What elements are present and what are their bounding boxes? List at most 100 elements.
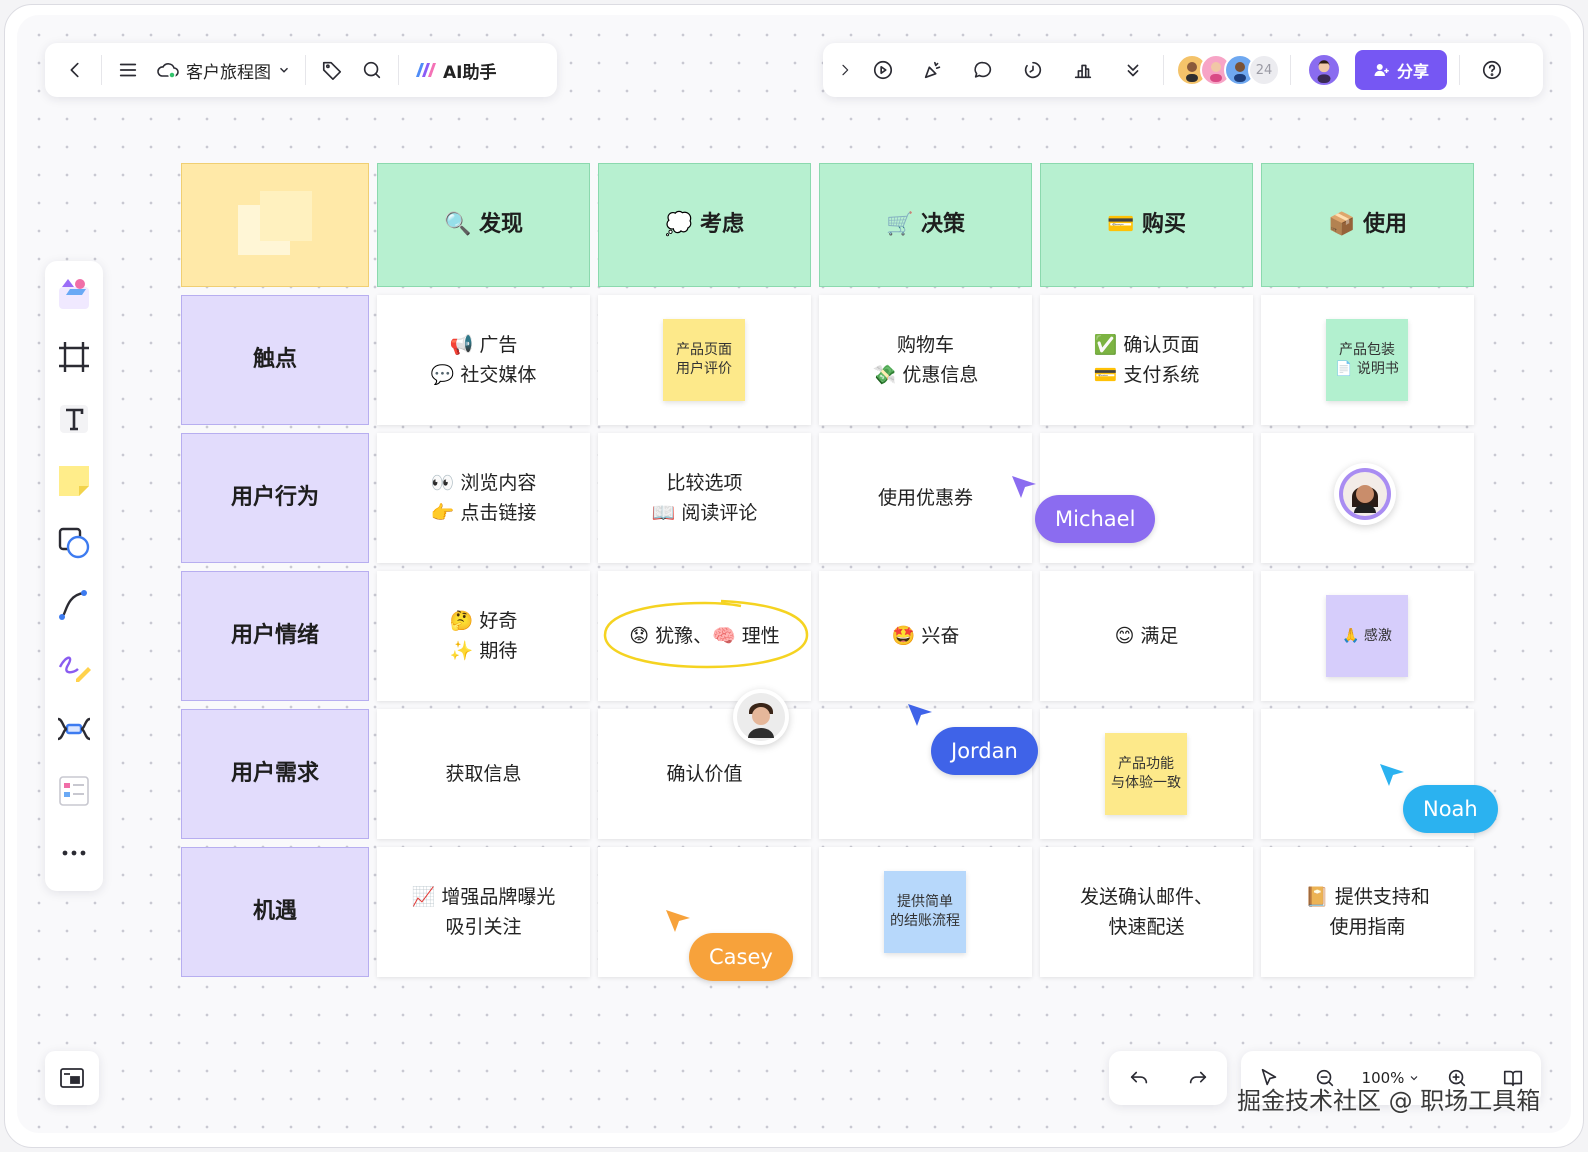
double-chevron-down-icon (1127, 64, 1139, 77)
person-avatar-icon (737, 693, 785, 741)
cell-touch-purchase[interactable]: ✅ 确认页面 💳 支付系统 (1040, 295, 1253, 425)
thought-bubble-icon: 💭 (664, 212, 693, 237)
frame-icon (59, 342, 89, 372)
cell-opp-discover[interactable]: 📈 增强品牌曝光 吸引关注 (377, 847, 590, 977)
present-button[interactable] (863, 50, 903, 90)
search-button[interactable] (352, 50, 392, 90)
undo-button[interactable] (1119, 1058, 1159, 1098)
minimap-icon (60, 1068, 84, 1088)
top-right-toolbar: 24 分享 (823, 43, 1543, 97)
cell-need-discover[interactable]: 获取信息 (377, 709, 590, 839)
ai-assistant-button[interactable]: AI助手 (405, 58, 506, 83)
sticky-notes-icon (238, 191, 312, 255)
vote-button[interactable] (1063, 50, 1103, 90)
sticky-text: 产品包装 (1338, 342, 1395, 358)
cell-text: 👉 点击链接 (430, 502, 537, 524)
help-button[interactable] (1472, 50, 1512, 90)
expand-toolbar-button[interactable] (833, 50, 857, 90)
cell-behavior-discover[interactable]: 👀 浏览内容 👉 点击链接 (377, 433, 590, 563)
redo-button[interactable] (1178, 1058, 1218, 1098)
cell-text: ✅ 确认页面 (1093, 334, 1200, 356)
sticky-note[interactable]: 提供简单 的结账流程 (884, 871, 966, 953)
row-header-behavior[interactable]: 用户行为 (181, 433, 369, 563)
cell-emotion-discover[interactable]: 🤔 好奇 ✨ 期待 (377, 571, 590, 701)
user-avatar-sticker[interactable] (733, 689, 789, 745)
column-header-purchase[interactable]: 💳 购买 (1040, 163, 1253, 287)
cell-behavior-consider[interactable]: 比较选项 📖 阅读评论 (598, 433, 811, 563)
left-tool-palette (45, 261, 103, 891)
corner-cell[interactable] (181, 163, 369, 287)
sticky-note[interactable]: 产品包装 📄 说明书 (1326, 319, 1408, 401)
document-title-dropdown[interactable]: 客户旅程图 (148, 58, 299, 83)
user-avatar-sticker[interactable] (1334, 463, 1396, 525)
cell-text: 确认价值 (666, 763, 743, 785)
celebrate-button[interactable] (913, 50, 953, 90)
search-icon (363, 61, 381, 79)
share-button[interactable]: 分享 (1355, 50, 1448, 90)
column-label: 决策 (921, 212, 966, 237)
highlight-ellipse-annotation[interactable] (601, 595, 815, 675)
menu-button[interactable] (108, 50, 148, 90)
cell-text: 购物车 (896, 334, 954, 356)
row-header-touchpoints[interactable]: 触点 (181, 295, 369, 425)
chevron-down-icon (280, 67, 288, 73)
mindmap-icon (57, 717, 91, 741)
column-header-discover[interactable]: 🔍 发现 (377, 163, 590, 287)
mindmap-tool[interactable] (54, 707, 94, 751)
ai-assistant-label: AI助手 (443, 62, 497, 83)
more-tools-button[interactable] (1113, 50, 1153, 90)
more-icon (62, 850, 86, 856)
sticky-note-icon (59, 466, 89, 496)
cell-behavior-decide[interactable]: 使用优惠券 (819, 433, 1032, 563)
pen-icon (58, 656, 91, 682)
magnifier-emoji-icon: 🔍 (443, 212, 472, 237)
connector-tool[interactable] (54, 583, 94, 627)
cell-opp-use[interactable]: 📔 提供支持和 使用指南 (1261, 847, 1474, 977)
cell-text: 吸引关注 (445, 916, 522, 938)
collaborator-avatars[interactable]: 24 (1176, 54, 1280, 86)
timer-icon (1024, 61, 1042, 79)
templates-tool[interactable] (54, 273, 94, 317)
column-header-decide[interactable]: 🛒 决策 (819, 163, 1032, 287)
pen-tool[interactable] (54, 645, 94, 689)
row-header-emotion[interactable]: 用户情绪 (181, 571, 369, 701)
shape-tool[interactable] (54, 521, 94, 565)
chevron-left-icon (70, 62, 79, 78)
table-tool[interactable] (54, 769, 94, 813)
divider (101, 55, 102, 85)
column-header-consider[interactable]: 💭 考虑 (598, 163, 811, 287)
sticky-note[interactable]: 🙏 感激 (1326, 595, 1408, 677)
divider (1459, 55, 1461, 85)
row-header-opportunities[interactable]: 机遇 (181, 847, 369, 977)
cell-text: 👀 浏览内容 (430, 472, 537, 494)
cell-text: 📢 广告 (449, 334, 518, 356)
more-tools-button[interactable] (54, 831, 94, 875)
frame-tool[interactable] (54, 335, 94, 379)
row-header-needs[interactable]: 用户需求 (181, 709, 369, 839)
ai-logo-icon (416, 63, 436, 77)
sticky-text: 📄 说明书 (1335, 361, 1399, 377)
timer-button[interactable] (1013, 50, 1053, 90)
connector-icon (59, 590, 87, 620)
add-user-icon (1374, 64, 1389, 76)
sticky-note[interactable]: 产品功能 与体验一致 (1105, 733, 1187, 815)
sticky-note-tool[interactable] (54, 459, 94, 503)
cell-emotion-purchase[interactable]: 😊 满足 (1040, 571, 1253, 701)
column-header-use[interactable]: 📦 使用 (1261, 163, 1474, 287)
cell-touch-decide[interactable]: 购物车 💸 优惠信息 (819, 295, 1032, 425)
sticky-text: 用户评价 (676, 361, 732, 377)
tag-button[interactable] (312, 50, 352, 90)
cell-touch-discover[interactable]: 📢 广告 💬 社交媒体 (377, 295, 590, 425)
column-label: 购买 (1142, 212, 1187, 237)
sticky-note[interactable]: 产品页面 用户评价 (663, 319, 745, 401)
divider (1290, 55, 1291, 85)
current-user-avatar[interactable] (1307, 53, 1341, 87)
cell-text: 😊 满足 (1114, 625, 1179, 647)
text-tool[interactable] (54, 397, 94, 441)
minimap-button[interactable] (45, 1051, 99, 1105)
top-left-toolbar: 客户旅程图 AI助手 (45, 43, 557, 97)
comment-button[interactable] (963, 50, 1003, 90)
back-button[interactable] (55, 50, 95, 90)
cell-emotion-decide[interactable]: 🤩 兴奋 (819, 571, 1032, 701)
cell-opp-purchase[interactable]: 发送确认邮件、 快速配送 (1040, 847, 1253, 977)
